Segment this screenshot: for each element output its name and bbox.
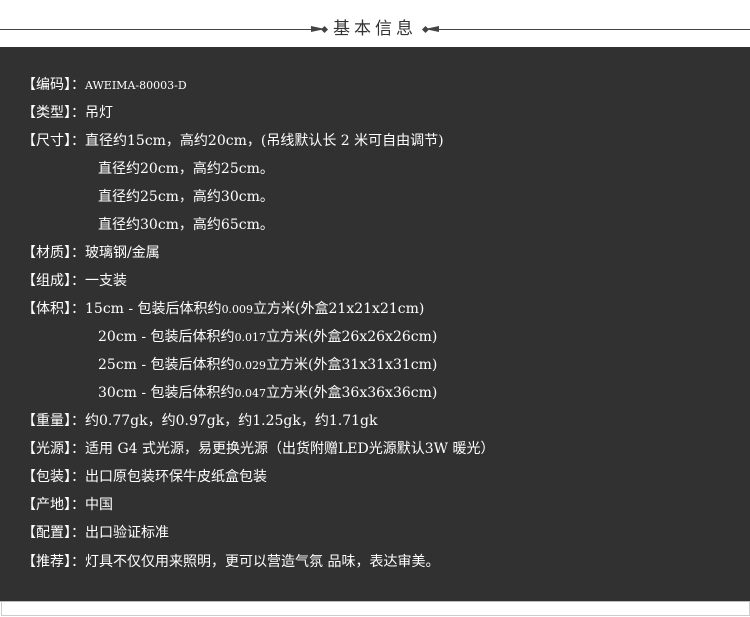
- spec-label: 【体积】：: [22, 301, 85, 317]
- spec-value: 出口验证标准: [85, 525, 169, 541]
- spec-value-num: 0.029: [234, 359, 267, 372]
- spec-value: 一支装: [85, 273, 127, 289]
- section-header: 基本信息: [0, 0, 750, 46]
- spec-value: 直径约15cm，高约20cm，(吊线默认长 2 米可自由调节): [85, 133, 444, 149]
- spec-label: 【重量】：: [22, 413, 85, 429]
- spec-value-pre: 30cm - 包装后体积约: [98, 385, 235, 401]
- spec-row-recommend: 【推荐】：灯具不仅仅用来照明，更可以营造气氛 品味，表达审美。: [22, 548, 439, 576]
- spec-volume-line: 30cm - 包装后体积约0.047立方米(外盒36x36x36cm): [98, 379, 437, 407]
- spec-value: AWEIMA-80003-D: [85, 79, 187, 92]
- spec-value-pre: 25cm - 包装后体积约: [98, 357, 235, 373]
- spec-value: 吊灯: [85, 105, 113, 121]
- spec-value-num: 0.047: [234, 387, 267, 400]
- spec-row-volume: 【体积】：15cm - 包装后体积约0.009立方米(外盒21x21x21cm): [22, 295, 424, 323]
- spec-value-num: 0.009: [221, 303, 254, 316]
- spec-label: 【推荐】：: [22, 554, 85, 570]
- spec-size-line: 直径约20cm，高约25cm。: [98, 161, 274, 177]
- spec-value: 灯具不仅仅用来照明，更可以营造气氛 品味，表达审美。: [85, 554, 440, 570]
- spec-value: 玻璃钢/金属: [85, 245, 160, 261]
- header-arrow-right-icon: [425, 26, 439, 32]
- spec-label: 【编码】：: [22, 77, 85, 93]
- spec-value: 出口原包装环保牛皮纸盒包装: [85, 469, 267, 485]
- spec-value-pre: 15cm - 包装后体积约: [85, 301, 222, 317]
- spec-label: 【产地】：: [22, 497, 85, 513]
- spec-row-weight: 【重量】：约0.77gk，约0.97gk，约1.25gk，约1.71gk: [22, 407, 377, 435]
- spec-label: 【类型】：: [22, 105, 85, 121]
- spec-label: 【材质】：: [22, 245, 85, 261]
- spec-volume-line: 25cm - 包装后体积约0.029立方米(外盒31x31x31cm): [98, 351, 437, 379]
- spec-value: 约0.77gk，约0.97gk，约1.25gk，约1.71gk: [85, 413, 378, 429]
- spec-value-num: 0.017: [234, 331, 267, 344]
- spec-label: 【尺寸】：: [22, 133, 85, 149]
- spec-value: 中国: [85, 497, 113, 513]
- spec-value-post: 立方米(外盒26x26x26cm): [266, 329, 438, 345]
- footer-frame: [1, 602, 750, 616]
- spec-size-line: 直径约25cm，高约30cm。: [98, 189, 274, 205]
- spec-value-post: 立方米(外盒31x31x31cm): [266, 357, 438, 373]
- spec-value-pre: 20cm - 包装后体积约: [98, 329, 235, 345]
- spec-row-packaging: 【包装】：出口原包装环保牛皮纸盒包装: [22, 463, 267, 491]
- spec-row-light: 【光源】：适用 G4 式光源，易更换光源（出货附赠LED光源默认3W 暖光）: [22, 435, 494, 463]
- spec-volume-line: 20cm - 包装后体积约0.017立方米(外盒26x26x26cm): [98, 323, 437, 351]
- header-divider-right: [438, 29, 750, 30]
- spec-label: 【组成】：: [22, 273, 85, 289]
- spec-row-composition: 【组成】：一支装: [22, 267, 127, 295]
- spec-label: 【光源】：: [22, 441, 85, 457]
- spec-label: 【配置】：: [22, 525, 85, 541]
- spec-row-type: 【类型】：吊灯: [22, 99, 113, 127]
- spec-label: 【包装】：: [22, 469, 85, 485]
- spec-row-size: 【尺寸】：直径约15cm，高约20cm，(吊线默认长 2 米可自由调节): [22, 127, 444, 155]
- spec-row-config: 【配置】：出口验证标准: [22, 519, 169, 547]
- spec-value-post: 立方米(外盒36x36x36cm): [266, 385, 438, 401]
- spec-size-line: 直径约30cm，高约65cm。: [98, 217, 274, 233]
- spec-row-material: 【材质】：玻璃钢/金属: [22, 239, 160, 267]
- spec-value-post: 立方米(外盒21x21x21cm): [253, 301, 425, 317]
- spec-row-code: 【编码】：AWEIMA-80003-D: [22, 71, 187, 99]
- product-info-page: 基本信息 【编码】：AWEIMA-80003-D 【类型】：吊灯 【尺寸】：直径…: [0, 0, 750, 617]
- spec-row-origin: 【产地】：中国: [22, 491, 113, 519]
- spec-value: 适用 G4 式光源，易更换光源（出货附赠LED光源默认3W 暖光）: [85, 441, 495, 457]
